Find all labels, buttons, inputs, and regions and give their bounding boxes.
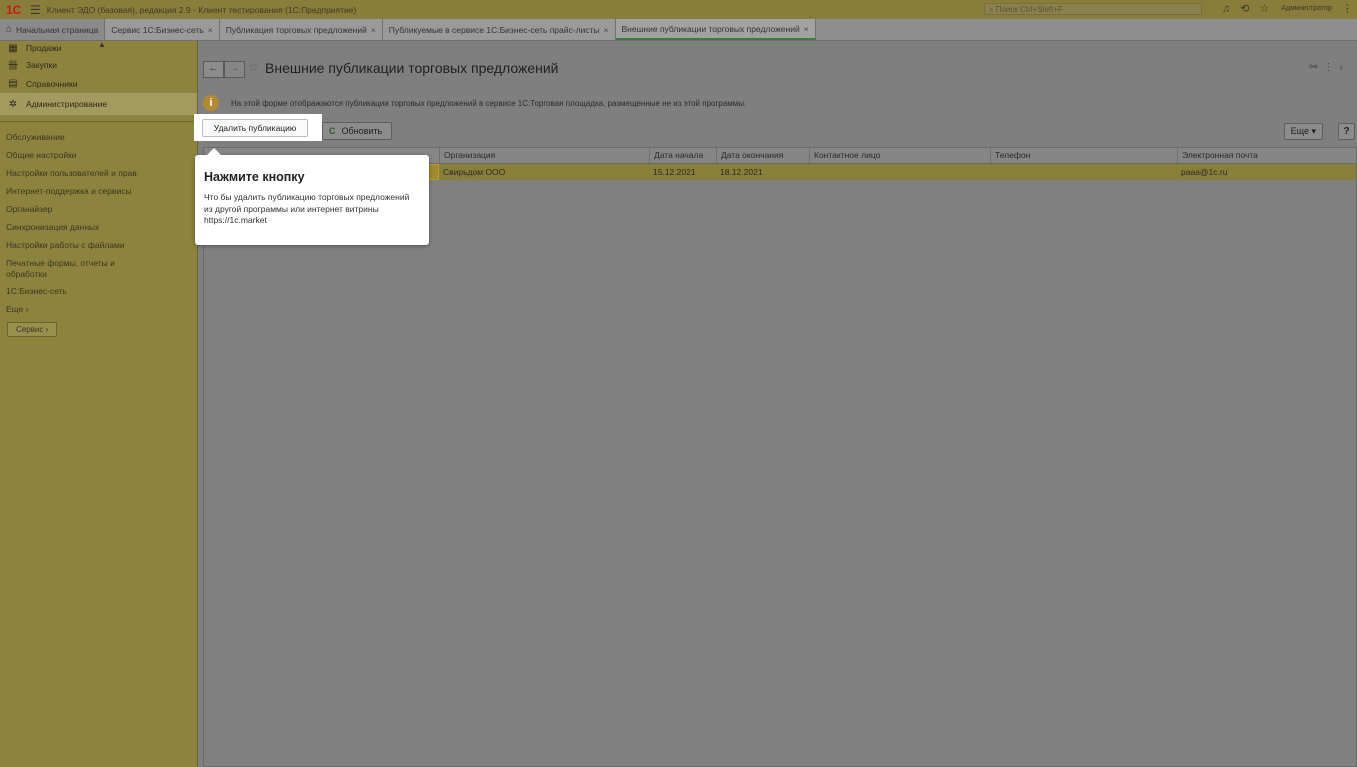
- info-icon: i: [203, 95, 219, 111]
- gear-icon: ✲: [8, 98, 18, 110]
- tab-price-lists[interactable]: Публикуемые в сервисе 1С:Бизнес-сеть пра…: [382, 19, 616, 40]
- column-header-phone[interactable]: Телефон: [990, 148, 1177, 163]
- sidebar-section-label: Справочники: [26, 78, 78, 89]
- sidebar-item-organizer[interactable]: Органайзер: [0, 200, 197, 218]
- forward-arrow-icon[interactable]: →: [224, 61, 245, 78]
- sidebar-section-administration[interactable]: ✲ Администрирование: [0, 93, 197, 115]
- favorite-star-icon[interactable]: ☆: [248, 60, 259, 74]
- kebab-menu-icon[interactable]: ⋮: [1324, 62, 1340, 73]
- search-icon: ⌕: [989, 5, 994, 14]
- delete-publication-button[interactable]: Удалить публикацию: [202, 119, 308, 137]
- table-cell-end-date[interactable]: 18.12.2021: [716, 164, 809, 180]
- sales-icon: ▦: [8, 42, 18, 54]
- sidebar-section-label: Продажи: [26, 43, 62, 53]
- user-name[interactable]: Администратор: [1281, 5, 1332, 12]
- kebab-menu-icon[interactable]: ⋮: [1342, 2, 1353, 15]
- sidebar-item-maintenance[interactable]: Обслуживание: [0, 128, 197, 146]
- table-cell-start-date[interactable]: 15.12.2021: [649, 164, 716, 180]
- close-icon[interactable]: ›: [1340, 62, 1349, 73]
- table-cell-phone[interactable]: [990, 164, 1177, 180]
- sidebar-item-file-settings[interactable]: Настройки работы с файлами: [0, 236, 197, 254]
- history-icon[interactable]: ⟲: [1240, 2, 1249, 15]
- refresh-button[interactable]: C Обновить: [322, 122, 393, 140]
- tab-label: Начальная страница: [16, 24, 99, 35]
- tooltip-heading: Нажмите кнопку: [204, 170, 305, 184]
- open-windows-tabs: ⌂ Начальная страница Сервис 1С:Бизнес-се…: [0, 19, 1357, 41]
- close-icon[interactable]: ×: [371, 25, 376, 35]
- tab-external-publications[interactable]: Внешние публикации торговых предложений …: [615, 19, 816, 40]
- sidebar-item-print-forms[interactable]: Печатные формы, отчеты и обработки: [0, 254, 150, 282]
- sidebar-section-label: Закупки: [26, 59, 57, 70]
- tab-business-network[interactable]: Сервис 1С:Бизнес-сеть ×: [105, 19, 220, 40]
- scroll-up-icon[interactable]: ▲: [98, 40, 106, 49]
- help-button[interactable]: ?: [1338, 123, 1355, 140]
- sidebar-section-purchases[interactable]: 卌 Закупки: [0, 55, 197, 74]
- column-header-contact[interactable]: Контактное лицо: [809, 148, 990, 163]
- delete-button-highlight: Удалить публикацию: [194, 114, 322, 141]
- page-title: Внешние публикации торговых предложений: [265, 60, 559, 76]
- form-actions: ⚯⋮›: [1309, 62, 1349, 73]
- table-cell-organization[interactable]: Свирьдом ООО: [439, 164, 649, 180]
- info-message: На этой форме отображаются публикации то…: [231, 99, 747, 108]
- sidebar: ▲ ▦ Продажи 卌 Закупки ▤ Справочники ✲ Ад…: [0, 40, 198, 767]
- link-icon[interactable]: ⚯: [1309, 62, 1323, 73]
- sidebar-item-users-rights[interactable]: Настройки пользователей и прав: [0, 164, 197, 182]
- menu-icon[interactable]: ☰: [30, 3, 41, 17]
- sidebar-item-general-settings[interactable]: Общие настройки: [0, 146, 197, 164]
- tab-offers-publication[interactable]: Публикация торговых предложений ×: [219, 19, 383, 40]
- title-bar: 1С ☰ Клиент ЭДО (базовая), редакция 2.9 …: [0, 0, 1357, 19]
- service-button[interactable]: Сервис ›: [7, 322, 58, 337]
- bell-icon[interactable]: ♫: [1222, 3, 1230, 15]
- app-logo: 1С: [6, 2, 22, 17]
- close-icon[interactable]: ×: [804, 24, 809, 34]
- table-cell-contact[interactable]: [809, 164, 990, 180]
- sidebar-divider: [0, 121, 197, 122]
- column-header-start-date[interactable]: Дата начала: [649, 148, 716, 163]
- sidebar-item-data-sync[interactable]: Синхронизация данных: [0, 218, 197, 236]
- table-cell-email[interactable]: paaa@1c.ru: [1177, 164, 1357, 180]
- tab-home[interactable]: ⌂ Начальная страница: [0, 19, 106, 40]
- more-button[interactable]: Еще ▾: [1283, 123, 1323, 140]
- search-placeholder: Поиск Ctrl+Shift+F: [995, 5, 1063, 14]
- sidebar-item-business-network[interactable]: 1С:Бизнес-сеть: [0, 282, 197, 300]
- column-header-email[interactable]: Электронная почта: [1177, 148, 1357, 163]
- column-header-organization[interactable]: Организация: [439, 148, 649, 163]
- sidebar-item-more[interactable]: Еще ›: [0, 300, 197, 318]
- refresh-label: Обновить: [341, 126, 383, 136]
- tab-label: Внешние публикации торговых предложений: [621, 23, 800, 34]
- form-area: ← → ☆ Внешние публикации торговых предло…: [194, 41, 1357, 767]
- column-header-end-date[interactable]: Дата окончания: [716, 148, 809, 163]
- global-search-input[interactable]: ⌕ Поиск Ctrl+Shift+F: [984, 3, 1202, 15]
- back-arrow-icon[interactable]: ←: [203, 61, 224, 78]
- tooltip-body: Что бы удалить публикацию торговых предл…: [204, 192, 410, 225]
- purchases-icon: 卌: [8, 61, 18, 72]
- home-icon: ⌂: [6, 24, 13, 35]
- window-title: Клиент ЭДО (базовая), редакция 2.9 - Кли…: [46, 4, 357, 15]
- close-icon[interactable]: ×: [208, 25, 213, 35]
- tab-label: Сервис 1С:Бизнес-сеть: [111, 24, 204, 35]
- tab-label: Публикация торговых предложений: [225, 24, 367, 35]
- sidebar-section-label: Администрирование: [26, 99, 108, 109]
- favorites-star-icon[interactable]: ☆: [1259, 2, 1269, 15]
- tab-label: Публикуемые в сервисе 1С:Бизнес-сеть пра…: [388, 24, 600, 35]
- sidebar-item-internet-support[interactable]: Интернет-поддержка и сервисы: [0, 182, 197, 200]
- sidebar-section-catalogs[interactable]: ▤ Справочники: [0, 74, 197, 93]
- catalogs-icon: ▤: [8, 78, 18, 89]
- tutorial-tooltip: Нажмите кнопку Что бы удалить публикацию…: [195, 148, 429, 245]
- close-icon[interactable]: ×: [604, 25, 609, 35]
- refresh-icon: C: [329, 126, 336, 136]
